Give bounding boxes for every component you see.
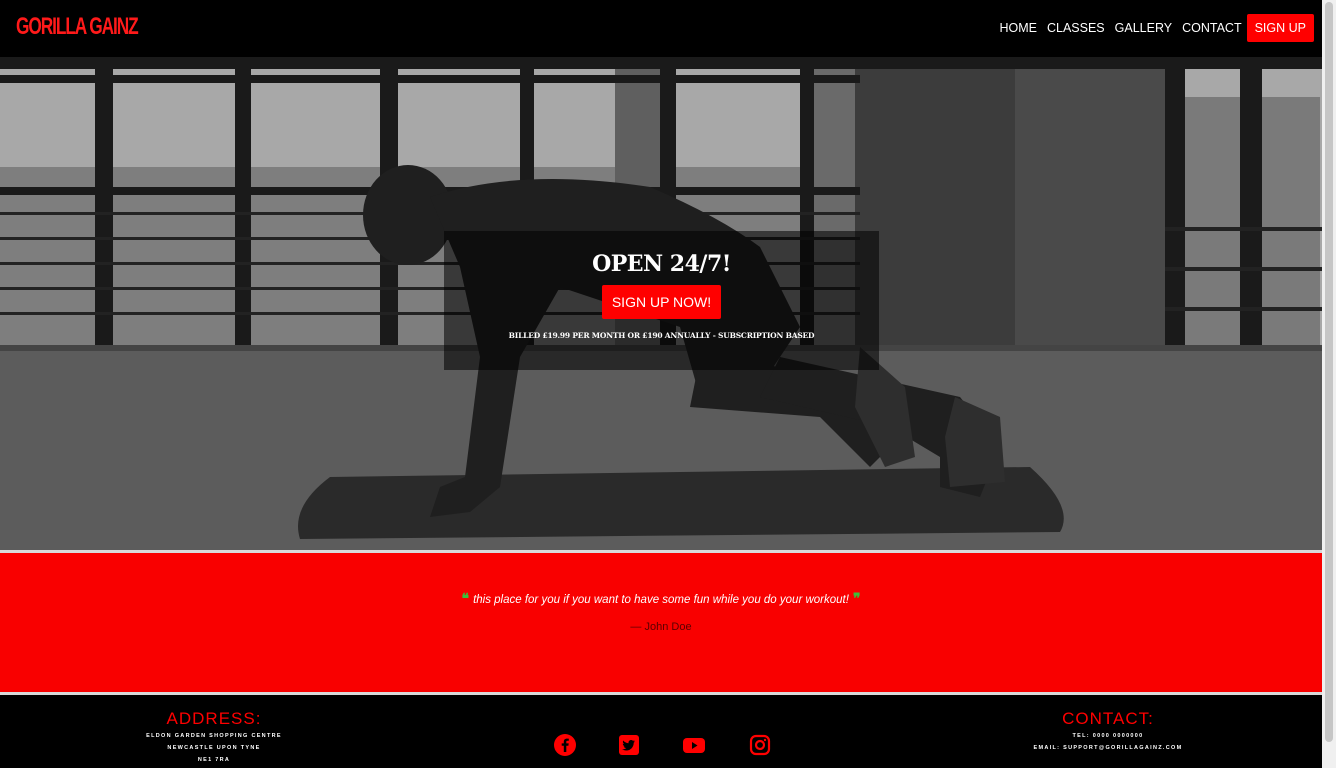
footer: ADDRESS: ELDON GARDEN SHOPPING CENTRE NE… bbox=[0, 695, 1322, 768]
footer-address: ADDRESS: ELDON GARDEN SHOPPING CENTRE NE… bbox=[124, 709, 304, 763]
hero-section: OPEN 24/7! SIGN UP NOW! BILLED £19.99 PE… bbox=[0, 57, 1322, 550]
instagram-icon[interactable] bbox=[748, 733, 772, 757]
nav-link-classes[interactable]: CLASSES bbox=[1047, 14, 1105, 42]
brand-logo[interactable]: GORILLA GAINZ bbox=[16, 12, 139, 42]
facebook-icon[interactable] bbox=[553, 733, 577, 757]
contact-email[interactable]: EMAIL: SUPPORT@GORILLAGAINZ.COM bbox=[1018, 745, 1198, 751]
close-quote-icon: ❞ bbox=[852, 590, 861, 606]
footer-contact: CONTACT: TEL: 0000 0000000 EMAIL: SUPPOR… bbox=[1018, 709, 1198, 751]
testimonial-quote: ❝ this place for you if you want to have … bbox=[0, 590, 1322, 607]
address-heading: ADDRESS: bbox=[166, 709, 262, 728]
nav-links: HOME CLASSES GALLERY CONTACT SIGN UP bbox=[989, 14, 1314, 42]
page-scrollbar[interactable] bbox=[1322, 0, 1336, 768]
testimonial-section: ❝ this place for you if you want to have … bbox=[0, 553, 1322, 692]
address-line: NE1 7RA bbox=[197, 757, 231, 763]
nav-link-gallery[interactable]: GALLERY bbox=[1115, 14, 1172, 42]
contact-heading: CONTACT: bbox=[1062, 709, 1154, 728]
open-quote-icon: ❝ bbox=[461, 590, 470, 606]
testimonial-text: this place for you if you want to have s… bbox=[473, 594, 849, 606]
nav-link-contact[interactable]: CONTACT bbox=[1182, 14, 1242, 42]
twitter-icon[interactable] bbox=[617, 733, 641, 757]
navbar: GORILLA GAINZ HOME CLASSES GALLERY CONTA… bbox=[0, 0, 1322, 57]
youtube-icon[interactable] bbox=[682, 733, 706, 757]
hero-title: OPEN 24/7! bbox=[592, 251, 731, 277]
nav-link-home[interactable]: HOME bbox=[999, 14, 1037, 42]
contact-tel: TEL: 0000 0000000 bbox=[1072, 733, 1144, 739]
hero-signup-button[interactable]: SIGN UP NOW! bbox=[601, 285, 722, 319]
address-line: NEWCASTLE UPON TYNE bbox=[167, 745, 261, 751]
hero-billing-note: BILLED £19.99 PER MONTH OR £190 ANNUALLY… bbox=[508, 331, 815, 340]
nav-signup-button[interactable]: SIGN UP bbox=[1246, 14, 1314, 42]
testimonial-author: — John Doe bbox=[630, 621, 692, 633]
address-line: ELDON GARDEN SHOPPING CENTRE bbox=[146, 733, 282, 739]
hero-overlay-box: OPEN 24/7! SIGN UP NOW! BILLED £19.99 PE… bbox=[444, 231, 879, 370]
scrollbar-thumb[interactable] bbox=[1325, 2, 1333, 742]
